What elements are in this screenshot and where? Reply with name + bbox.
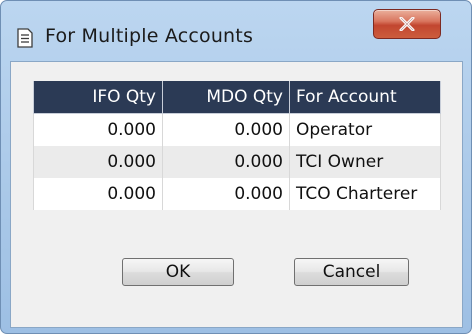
document-list-icon (16, 28, 34, 48)
column-header-mdo-qty[interactable]: MDO Qty (162, 81, 290, 114)
column-header-ifo-qty[interactable]: IFO Qty (33, 81, 163, 114)
close-button[interactable] (373, 9, 441, 39)
mdo-qty-cell[interactable]: 0.000 (162, 113, 290, 146)
dialog-content: IFO Qty MDO Qty For Account 0.000 0.000 … (10, 61, 463, 328)
ifo-qty-cell[interactable]: 0.000 (33, 178, 163, 210)
table-row[interactable]: 0.000 0.000 TCO Charterer (33, 178, 441, 210)
ifo-qty-cell[interactable]: 0.000 (33, 146, 163, 178)
accounts-table: IFO Qty MDO Qty For Account 0.000 0.000 … (33, 81, 441, 210)
mdo-qty-cell[interactable]: 0.000 (162, 146, 290, 178)
window-title: For Multiple Accounts (45, 25, 254, 47)
column-header-for-account[interactable]: For Account (289, 81, 441, 114)
account-cell[interactable]: TCI Owner (289, 146, 441, 178)
cancel-button[interactable]: Cancel (294, 258, 409, 286)
dialog-window: For Multiple Accounts IFO Qty MDO Qty Fo… (0, 0, 472, 334)
account-cell[interactable]: TCO Charterer (289, 178, 441, 210)
ok-button[interactable]: OK (122, 258, 234, 286)
table-header-row: IFO Qty MDO Qty For Account (33, 81, 441, 114)
ifo-qty-cell[interactable]: 0.000 (33, 113, 163, 146)
table-row[interactable]: 0.000 0.000 Operator (33, 113, 441, 146)
account-cell[interactable]: Operator (289, 113, 441, 146)
table-row[interactable]: 0.000 0.000 TCI Owner (33, 146, 441, 178)
mdo-qty-cell[interactable]: 0.000 (162, 178, 290, 210)
close-icon (399, 17, 415, 31)
